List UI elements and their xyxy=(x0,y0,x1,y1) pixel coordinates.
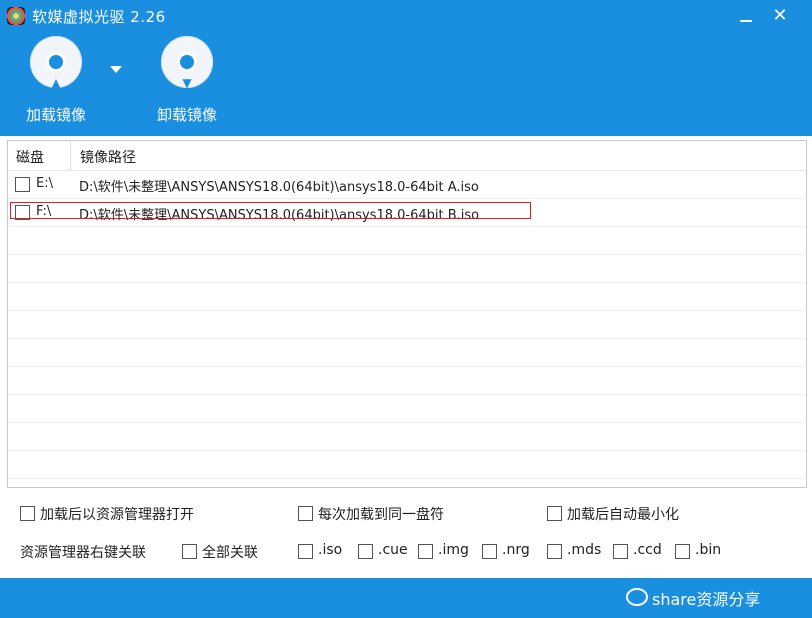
window-title: 软媒虚拟光驱 2.26 xyxy=(32,8,166,26)
assoc-label: 资源管理器右键关联 xyxy=(20,545,146,561)
options-panel: 加载后以资源管理器打开 每次加载到同一盘符 加载后自动最小化 资源管理器右键关联… xyxy=(0,492,812,574)
checkbox-label: .cue xyxy=(378,542,408,558)
checkbox-label: .ccd xyxy=(633,542,662,558)
table-row xyxy=(8,423,806,451)
table-row xyxy=(8,227,806,255)
table-row xyxy=(8,283,806,311)
chevron-down-icon[interactable] xyxy=(110,66,122,73)
checkbox-label: .iso xyxy=(318,542,343,558)
header-bar: 软媒虚拟光驱 2.26 ✕ ▲ 加载镜像 ▼ 卸载镜像 xyxy=(0,0,812,136)
checkbox-label: .img xyxy=(438,542,469,558)
checkbox[interactable] xyxy=(418,544,433,559)
checkbox-label: .mds xyxy=(567,542,602,558)
table-row xyxy=(8,451,806,479)
disc-up-arrow-icon: ▲ xyxy=(30,36,82,89)
checkbox-label: 每次加载到同一盘符 xyxy=(318,507,444,523)
watermark-text: share资源分享 xyxy=(652,590,761,609)
checkbox-label: 全部关联 xyxy=(202,545,258,561)
unmount-image-button[interactable]: ▼ 卸载镜像 xyxy=(140,36,230,126)
checkbox-label: .nrg xyxy=(502,542,530,558)
highlight-annotation xyxy=(10,202,531,219)
column-header-drive[interactable]: 磁盘 xyxy=(8,141,71,171)
mount-image-button[interactable]: ▲ 加载镜像 xyxy=(9,36,99,126)
checkbox[interactable] xyxy=(298,544,313,559)
footer-bar: share资源分享 xyxy=(0,578,812,618)
minimize-button[interactable] xyxy=(736,6,756,26)
table-row xyxy=(8,311,806,339)
mount-label: 加载镜像 xyxy=(25,106,86,124)
table-row xyxy=(8,255,806,283)
row-path: D:\软件\未整理\ANSYS\ANSYS18.0(64bit)\ansys18… xyxy=(79,180,479,195)
checkbox-label: .bin xyxy=(695,542,722,558)
image-list-table: 磁盘 镜像路径 E:\ D:\软件\未整理\ANSYS\ANSYS18.0(64… xyxy=(7,140,807,488)
app-logo-icon xyxy=(7,7,25,25)
watermark: share资源分享 xyxy=(626,586,806,610)
title-bar: 软媒虚拟光驱 2.26 ✕ xyxy=(0,0,812,32)
checkbox-label: 加载后以资源管理器打开 xyxy=(40,507,194,523)
unmount-label: 卸载镜像 xyxy=(156,106,217,124)
checkbox[interactable] xyxy=(182,544,197,559)
checkbox[interactable] xyxy=(482,544,497,559)
column-header-path[interactable]: 镜像路径 xyxy=(72,141,806,171)
close-button[interactable]: ✕ xyxy=(770,6,790,26)
table-row xyxy=(8,339,806,367)
checkbox[interactable] xyxy=(547,544,562,559)
checkbox[interactable] xyxy=(613,544,628,559)
checkbox[interactable] xyxy=(547,506,562,521)
table-row xyxy=(8,395,806,423)
disc-down-arrow-icon: ▼ xyxy=(161,36,213,89)
checkbox-label: 加载后自动最小化 xyxy=(567,507,679,523)
checkbox[interactable] xyxy=(358,544,373,559)
table-row xyxy=(8,367,806,395)
wechat-icon xyxy=(626,588,648,606)
checkbox[interactable] xyxy=(20,506,35,521)
checkbox[interactable] xyxy=(298,506,313,521)
row-drive: E:\ xyxy=(36,176,53,191)
table-header: 磁盘 镜像路径 xyxy=(8,141,806,171)
table-body: E:\ D:\软件\未整理\ANSYS\ANSYS18.0(64bit)\ans… xyxy=(8,171,806,487)
table-row[interactable]: E:\ D:\软件\未整理\ANSYS\ANSYS18.0(64bit)\ans… xyxy=(8,171,806,199)
row-checkbox[interactable] xyxy=(15,177,30,192)
checkbox[interactable] xyxy=(675,544,690,559)
